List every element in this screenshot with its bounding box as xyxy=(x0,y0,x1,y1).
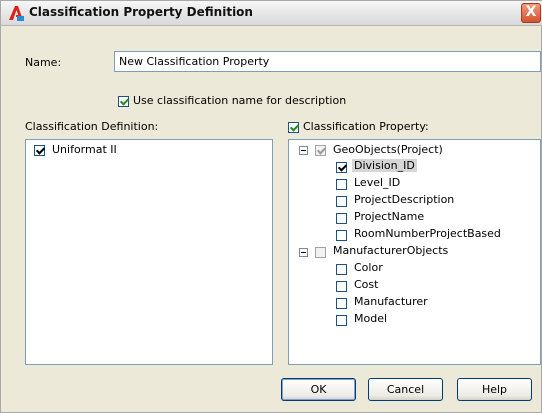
geoobjects-checkbox[interactable] xyxy=(315,145,326,156)
color-checkbox[interactable] xyxy=(336,264,347,275)
dialog-window: Classification Property Definition X Nam… xyxy=(0,0,542,413)
project-name-checkbox[interactable] xyxy=(336,213,347,224)
classification-definition-label: Classification Definition: xyxy=(25,120,159,133)
use-description-label[interactable]: Use classification name for description xyxy=(133,94,346,107)
model-checkbox[interactable] xyxy=(336,315,347,326)
close-icon: X xyxy=(525,4,537,20)
room-number-checkbox[interactable] xyxy=(336,230,347,241)
tree-item-color[interactable]: Color xyxy=(354,261,383,274)
tree-item-division-id[interactable]: Division_ID xyxy=(352,159,417,172)
name-input[interactable] xyxy=(114,51,541,72)
cancel-button[interactable]: Cancel xyxy=(368,378,443,401)
division-id-checkbox[interactable] xyxy=(336,162,347,173)
level-id-checkbox[interactable] xyxy=(336,179,347,190)
tree-item-manufacturer[interactable]: Manufacturer xyxy=(354,295,428,308)
list-item[interactable]: Uniformat II xyxy=(52,143,117,156)
close-button[interactable]: X xyxy=(521,3,541,23)
tree-item-project-name[interactable]: ProjectName xyxy=(354,210,424,223)
classification-property-label: Classification Property: xyxy=(303,120,429,133)
project-description-checkbox[interactable] xyxy=(336,196,347,207)
collapse-icon[interactable] xyxy=(299,146,308,155)
cost-checkbox[interactable] xyxy=(336,281,347,292)
manufacturer-objects-checkbox[interactable] xyxy=(315,247,326,258)
ok-button[interactable]: OK xyxy=(281,378,356,401)
tree-item-model[interactable]: Model xyxy=(354,312,387,325)
classification-definition-list[interactable]: Uniformat II xyxy=(25,139,273,365)
manufacturer-checkbox[interactable] xyxy=(336,298,347,309)
name-label: Name: xyxy=(25,56,62,69)
tree-group-manufacturer-objects[interactable]: ManufacturerObjects xyxy=(333,244,448,257)
tree-item-project-description[interactable]: ProjectDescription xyxy=(354,193,454,206)
autocad-a-icon xyxy=(9,6,24,21)
tree-item-cost[interactable]: Cost xyxy=(354,278,378,291)
tree-group-geoobjects[interactable]: GeoObjects(Project) xyxy=(333,143,443,156)
help-button[interactable]: Help xyxy=(457,378,532,401)
uniformat-checkbox[interactable] xyxy=(34,145,45,156)
collapse-icon[interactable] xyxy=(299,248,308,257)
tree-item-level-id[interactable]: Level_ID xyxy=(354,176,400,189)
window-title: Classification Property Definition xyxy=(29,5,253,19)
title-bar[interactable]: Classification Property Definition X xyxy=(1,1,542,26)
tree-item-room-number[interactable]: RoomNumberProjectBased xyxy=(354,227,501,240)
use-description-checkbox[interactable] xyxy=(118,96,129,107)
classification-property-checkbox[interactable] xyxy=(288,122,299,133)
classification-property-tree[interactable]: GeoObjects(Project) Division_ID Level_ID… xyxy=(288,139,541,365)
